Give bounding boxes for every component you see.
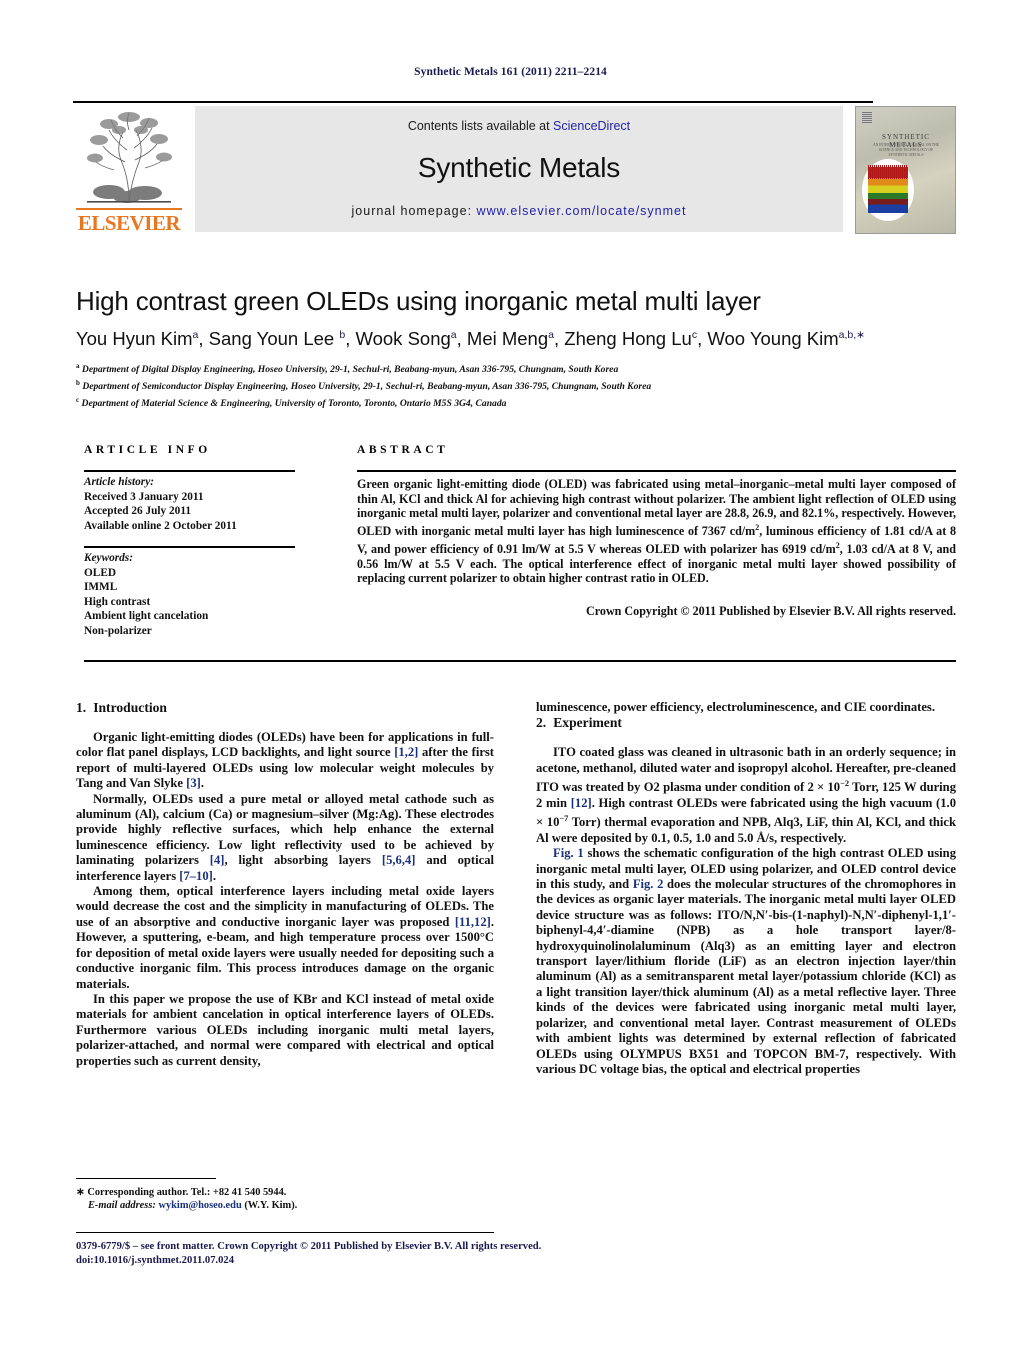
footer-rule [76, 1232, 494, 1234]
email-link[interactable]: wykim@hoseo.edu [158, 1200, 241, 1211]
author: Sang Youn Lee b [208, 328, 346, 349]
cover-subtitle: AN INTERNATIONAL JOURNAL ON THE SCIENCE … [873, 143, 939, 157]
doi-line: doi:10.1016/j.synthmet.2011.07.024 [76, 1255, 235, 1266]
author-affil-mark: a,b,∗ [838, 328, 865, 341]
contents-prefix: Contents lists available at [407, 119, 554, 133]
keyword-item: Non-polarizer [84, 624, 152, 637]
running-head: Synthetic Metals 161 (2011) 2211–2214 [414, 66, 607, 78]
section-title: Experiment [553, 715, 622, 731]
article-info-heading: ARTICLE INFO [84, 444, 211, 456]
history-accepted: Accepted 26 July 2011 [84, 505, 192, 518]
author: Zheng Hong Luc [564, 328, 698, 349]
section-heading-experiment: 2. Experiment [536, 715, 956, 731]
footnote-line-1: ∗ Corresponding author. Tel.: +82 41 540… [76, 1187, 287, 1198]
paragraph: ITO coated glass was cleaned in ultrason… [536, 745, 957, 845]
author-affil-mark: a [548, 328, 554, 341]
footnote-star: ∗ [76, 1187, 85, 1198]
abstract-text: Green organic light-emitting diode (OLED… [357, 477, 957, 586]
footnote-rule [76, 1178, 216, 1180]
abstract-rule-top [357, 470, 956, 472]
keywords-block: Keywords: OLED IMML High contrast Ambien… [84, 551, 299, 639]
affiliation-mark: a [76, 362, 80, 370]
history-received: Received 3 January 2011 [84, 490, 204, 503]
paper-page: Synthetic Metals 161 (2011) 2211–2214 EL… [0, 0, 1021, 1351]
author-affil-mark: a [192, 328, 199, 341]
author-affil-mark: a [450, 328, 457, 341]
journal-homepage-link[interactable]: www.elsevier.com/locate/synmet [477, 204, 687, 218]
body-column-right: luminescence, power efficiency, electrol… [536, 700, 956, 1077]
homepage-prefix: journal homepage: [351, 204, 477, 218]
citation-ref[interactable]: [3] [186, 776, 201, 790]
paragraph: In this paper we propose the use of KBr … [76, 991, 494, 1068]
keyword-item: OLED [84, 566, 117, 579]
section-title: Introduction [93, 700, 167, 715]
author-affil-mark: b [339, 328, 346, 341]
citation-ref[interactable]: [4] [210, 853, 225, 867]
author: Wook Songa [355, 328, 457, 349]
author: Woo Young Kima,b,∗ [707, 328, 865, 349]
figure-ref[interactable]: Fig. 2 [633, 877, 664, 891]
paragraph: Normally, OLEDs used a pure metal or all… [76, 791, 495, 883]
article-history: Article history: Received 3 January 2011… [84, 475, 299, 533]
issn-copyright-line: 0379-6779/$ – see front matter. Crown Co… [76, 1241, 542, 1252]
affiliation: a Department of Digital Display Engineer… [76, 362, 619, 376]
abstract-heading: ABSTRACT [357, 444, 449, 456]
banner-center-panel: Contents lists available at ScienceDirec… [195, 106, 843, 232]
citation-ref[interactable]: [7–10] [179, 869, 213, 883]
affiliation-mark: b [76, 378, 80, 387]
corresponding-author-footnote: ∗ Corresponding author. Tel.: +82 41 540… [76, 1186, 494, 1213]
journal-homepage-line: journal homepage: www.elsevier.com/locat… [195, 204, 843, 218]
cover-spikes-graphic [868, 165, 908, 179]
elsevier-tree-icon [79, 110, 179, 206]
journal-title: Synthetic Metals [417, 152, 621, 183]
figure-ref[interactable]: Fig. 1 [553, 846, 584, 860]
email-label: E-mail address: [88, 1200, 156, 1212]
section-number: 1. [76, 700, 87, 715]
footnote-line-2: E-mail address: wykim@hoseo.edu (W.Y. Ki… [88, 1200, 298, 1212]
journal-cover-thumbnail: SYNTHETIC METALS AN INTERNATIONAL JOURNA… [855, 106, 956, 234]
banner-top-rule [73, 101, 873, 103]
contents-line: Contents lists available at ScienceDirec… [195, 119, 843, 133]
abstract-copyright: Crown Copyright © 2011 Published by Else… [586, 604, 956, 618]
affiliation: c Department of Material Science & Engin… [76, 395, 507, 409]
cover-barcode-icon [862, 111, 872, 123]
paragraph: Fig. 1 shows the schematic configuration… [536, 846, 956, 1076]
keyword-item: High contrast [84, 595, 151, 608]
info-rule-mid [84, 546, 295, 548]
affiliation-list: a Department of Digital Display Engineer… [76, 360, 966, 410]
keywords-label: Keywords: [84, 552, 133, 564]
author-list: You Hyun Kima, Sang Youn Lee b, Wook Son… [76, 328, 865, 349]
history-online: Available online 2 October 2011 [84, 519, 237, 532]
affiliation-mark: c [76, 395, 80, 404]
article-history-label: Article history: [84, 476, 154, 488]
affiliation: b Department of Semiconductor Display En… [76, 378, 652, 392]
keyword-item: IMML [84, 581, 118, 594]
sciencedirect-link[interactable]: ScienceDirect [553, 119, 630, 133]
section-heading-introduction: 1. Introduction [76, 700, 494, 716]
paragraph: Among them, optical interference layers … [76, 884, 494, 991]
elsevier-logo: ELSEVIER [73, 110, 185, 234]
citation-ref[interactable]: [12] [571, 796, 592, 810]
page-footer: 0379-6779/$ – see front matter. Crown Co… [76, 1240, 636, 1268]
info-rule-top [84, 470, 295, 472]
paragraph: luminescence, power efficiency, electrol… [536, 700, 935, 714]
citation-ref[interactable]: [1,2] [394, 745, 418, 759]
keyword-item: Ambient light cancelation [84, 610, 209, 623]
author: Mei Menga [466, 328, 554, 349]
journal-banner: ELSEVIER Contents lists available at Sci… [73, 106, 956, 234]
page-title: High contrast green OLEDs using inorgani… [76, 286, 761, 316]
citation-ref[interactable]: [5,6,4] [382, 853, 416, 867]
citation-ref[interactable]: [11,12] [455, 915, 491, 929]
elsevier-wordmark: ELSEVIER [73, 208, 185, 234]
header-bottom-rule [84, 660, 956, 662]
author-affil-mark: c [691, 328, 698, 341]
paragraph: Organic light-emitting diodes (OLEDs) ha… [76, 730, 495, 791]
section-number: 2. [536, 715, 547, 731]
author: You Hyun Kima [76, 328, 199, 349]
body-column-left: 1. Introduction Organic light-emitting di… [76, 700, 494, 1069]
